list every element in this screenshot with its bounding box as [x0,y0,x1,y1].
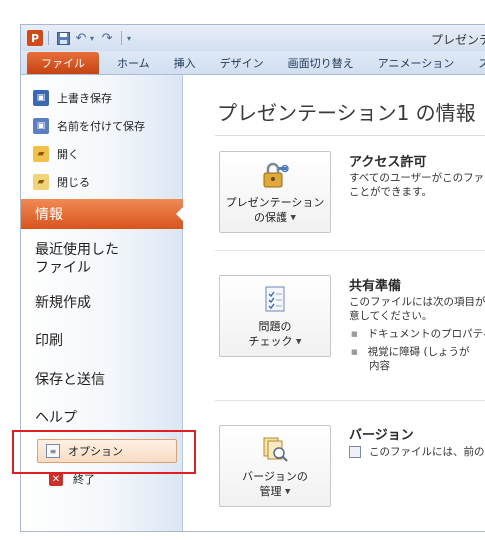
recent-label-line2: ファイル [35,260,91,276]
bullet-properties: ドキュメントのプロパティ [351,327,485,341]
protect-label-line2: の保護 [254,211,288,224]
undo-dropdown-icon[interactable]: ▾ [90,34,94,43]
prepare-text-2: 意してください。 [349,310,433,322]
options-highlight-box [12,430,196,474]
check-label-line1: 問題の [258,320,292,333]
protect-label-line1: プレゼンテーション [225,196,325,209]
title-bar: P ↶ ▾ ↷ ▾ プレゼンテー [21,25,485,51]
versions-label-line1: バージョンの [242,470,308,483]
save-as-command[interactable]: ▣ 名前を付けて保存 [33,115,145,137]
versions-label-line2: 管理 [259,485,282,498]
nav-tab-info[interactable]: 情報 [21,199,184,229]
checklist-icon [258,282,292,316]
info-pane: プレゼンテーション1 の情報 プレゼンテーション の保護 ▼ アクセス許可 すべ… [183,75,485,531]
window-title: プレゼンテー [431,33,485,47]
save-icon: ▣ [33,90,49,106]
versions-icon [258,432,292,466]
dropdown-caret-icon: ▼ [296,337,302,346]
tab-design[interactable]: デザイン [208,52,276,74]
bullet-accessibility: 視覚に障碍 (しょうが [351,345,470,359]
dropdown-caret-icon: ▼ [285,487,291,496]
qat-separator [121,31,123,45]
permissions-heading: アクセス許可 [349,155,427,170]
qat-separator [48,31,49,45]
tab-transitions[interactable]: 画面切り替え [276,52,366,74]
tab-home[interactable]: ホーム [105,52,162,74]
tab-file[interactable]: ファイル [27,52,99,74]
prepare-sharing-heading: 共有準備 [349,279,402,294]
protect-presentation-button[interactable]: プレゼンテーション の保護 ▼ [219,151,331,233]
lock-key-icon [258,158,292,192]
save-label: 上書き保存 [57,92,112,105]
nav-tab-new[interactable]: 新規作成 [21,287,183,317]
tab-slideshow[interactable]: スライ [466,52,485,74]
check-issues-button[interactable]: 問題の チェック ▼ [219,275,331,357]
tab-insert[interactable]: 挿入 [162,52,208,74]
close-label: 閉じる [57,176,90,189]
manage-versions-button[interactable]: バージョンの 管理 ▼ [219,425,331,507]
bullet-accessibility-cont: 内容 [369,360,390,372]
floppy-icon[interactable] [54,29,72,47]
permissions-text-2: ことができます。 [349,186,432,198]
versions-heading: バージョン [349,428,414,443]
save-command[interactable]: ▣ 上書き保存 [33,87,112,109]
section-divider [215,400,485,401]
open-command[interactable]: ▰ 開く [33,143,79,165]
recent-label-line1: 最近使用した [35,242,119,258]
undo-icon[interactable]: ↶ [72,29,90,47]
version-file-icon [349,446,361,458]
nav-tab-recent[interactable]: 最近使用した ファイル [21,237,183,281]
section-divider [215,250,485,251]
nav-tab-help[interactable]: ヘルプ [21,402,183,432]
close-command[interactable]: ▰ 閉じる [33,171,90,193]
save-as-icon: ▣ [33,118,49,134]
dropdown-caret-icon: ▼ [290,213,296,222]
versions-text: このファイルには、前の [349,445,485,459]
redo-icon[interactable]: ↷ [98,29,116,47]
nav-tab-print[interactable]: 印刷 [21,325,183,355]
powerpoint-app-icon[interactable]: P [27,30,43,46]
save-as-label: 名前を付けて保存 [57,120,145,133]
page-title: プレゼンテーション1 の情報 [217,101,476,125]
versions-text-label: このファイルには、前の [369,446,485,458]
folder-open-icon: ▰ [33,146,49,162]
prepare-text-1: このファイルには次の項目が [349,296,485,308]
permissions-text-1: すべてのユーザーがこのファ [349,172,485,184]
ribbon-tabs: ファイル ホーム 挿入 デザイン 画面切り替え アニメーション スライ [21,51,485,75]
check-label-line2: チェック [248,335,293,348]
title-divider [215,135,485,136]
open-label: 開く [57,148,79,161]
exit-icon: ✕ [49,472,63,486]
nav-tab-save-send[interactable]: 保存と送信 [21,364,183,394]
tab-animations[interactable]: アニメーション [366,52,467,74]
folder-close-icon: ▰ [33,174,49,190]
customize-qat-icon[interactable]: ▾ [127,34,131,43]
